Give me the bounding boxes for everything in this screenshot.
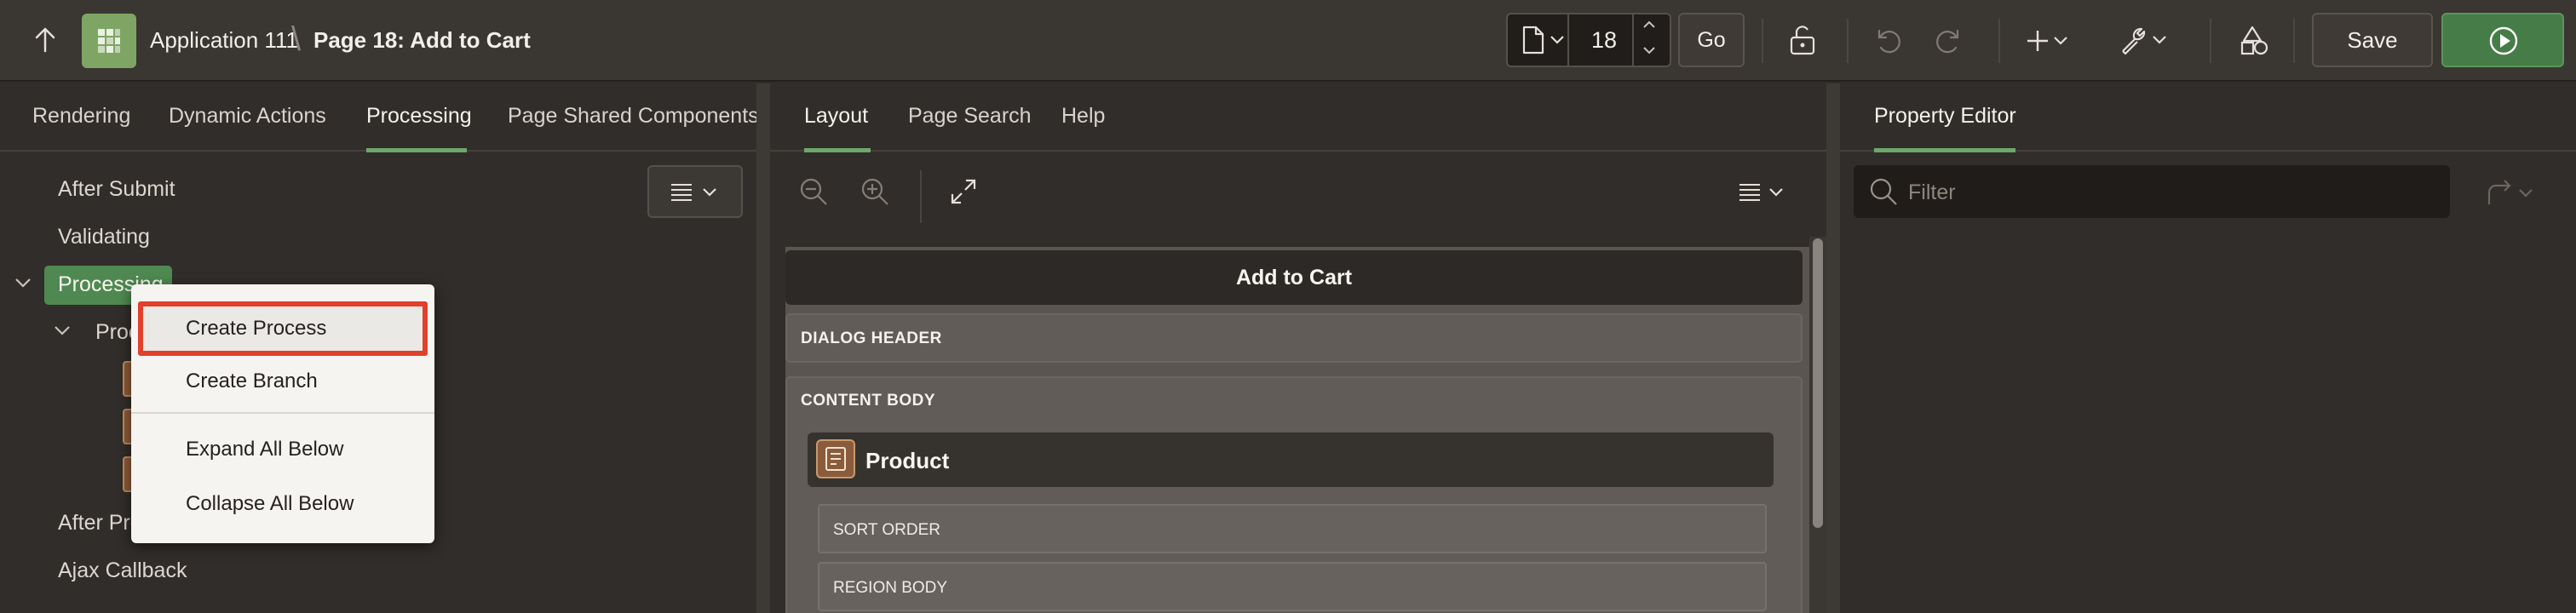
divider — [920, 170, 922, 223]
region-body-label: REGION BODY — [833, 579, 948, 597]
page-title: Page 18: Add to Cart — [313, 27, 531, 53]
run-button[interactable] — [2441, 13, 2564, 67]
plus-icon[interactable] — [2026, 26, 2072, 56]
menu-separator — [131, 412, 434, 414]
scrollbar-thumb[interactable] — [1813, 238, 1823, 528]
active-tab-indicator — [804, 148, 871, 152]
lock-icon[interactable] — [1787, 24, 1818, 56]
tree-node-after-submit[interactable]: After Submit — [58, 177, 175, 202]
tab-rendering[interactable]: Rendering — [32, 104, 130, 129]
redo-icon[interactable] — [1934, 26, 1964, 56]
app-name-link[interactable]: Application 111 — [150, 27, 298, 54]
zoom-in-icon[interactable] — [859, 175, 891, 208]
left-tabbar: Rendering Dynamic Actions Processing Pag… — [0, 83, 759, 152]
right-tabbar: Property Editor — [1840, 83, 2576, 152]
sort-order-slot[interactable]: SORT ORDER — [818, 504, 1767, 553]
tab-page-search[interactable]: Page Search — [908, 104, 1032, 129]
product-region-title: Product — [865, 448, 950, 473]
run-icon — [2489, 26, 2518, 55]
tree-node-ajax-callback[interactable]: Ajax Callback — [58, 559, 187, 583]
divider — [1632, 13, 1634, 67]
tab-layout[interactable]: Layout — [804, 104, 868, 129]
divider — [1998, 19, 2000, 63]
up-arrow-icon[interactable] — [32, 26, 58, 54]
app-logo[interactable] — [82, 14, 136, 68]
undo-icon[interactable] — [1872, 26, 1903, 56]
panel-splitter[interactable] — [1826, 83, 1840, 613]
menu-item-expand-all-below[interactable]: Expand All Below — [186, 438, 343, 461]
page-number-input[interactable]: 18 — [1574, 27, 1634, 54]
menu-item-collapse-all-below[interactable]: Collapse All Below — [186, 492, 354, 516]
top-toolbar: Application 111 \ Page 18: Add to Cart 1… — [0, 0, 2576, 82]
spin-down-icon[interactable] — [1641, 44, 1658, 56]
tab-page-shared-components[interactable]: Page Shared Components — [508, 104, 759, 129]
tab-dynamic-actions[interactable]: Dynamic Actions — [169, 104, 326, 129]
search-icon — [1867, 175, 1900, 208]
wrench-icon[interactable] — [2118, 24, 2171, 56]
dialog-header-region[interactable]: DIALOG HEADER — [785, 313, 1803, 363]
divider — [1762, 19, 1763, 63]
context-menu: Create Process Create Branch Expand All … — [131, 284, 434, 543]
region-icon — [816, 439, 855, 478]
active-tab-indicator — [1874, 148, 2015, 152]
shapes-icon[interactable] — [2237, 24, 2271, 56]
divider — [1567, 13, 1569, 67]
tree-menu-button[interactable] — [647, 165, 743, 218]
tab-help[interactable]: Help — [1061, 104, 1105, 129]
tab-processing[interactable]: Processing — [366, 104, 472, 129]
menu-icon[interactable] — [1738, 182, 1789, 203]
product-region[interactable] — [808, 433, 1774, 487]
mid-tabbar: Layout Page Search Help — [770, 83, 1826, 152]
sort-order-label: SORT ORDER — [833, 521, 940, 539]
filter-placeholder: Filter — [1908, 180, 1956, 204]
save-button[interactable]: Save — [2312, 13, 2433, 67]
chevron-down-icon[interactable] — [53, 324, 72, 337]
divider — [2210, 19, 2211, 63]
breadcrumb-separator: \ — [291, 20, 302, 58]
tab-property-editor[interactable]: Property Editor — [1874, 104, 2016, 129]
goto-icon[interactable] — [2484, 179, 2539, 208]
menu-item-create-branch[interactable]: Create Branch — [186, 370, 318, 393]
region-body-slot[interactable]: REGION BODY — [818, 562, 1767, 611]
go-button[interactable]: Go — [1678, 13, 1745, 67]
menu-icon — [671, 184, 716, 201]
property-editor-panel: Property Editor Filter — [1840, 83, 2576, 613]
chevron-down-icon[interactable] — [1549, 34, 1566, 46]
divider — [2293, 19, 2295, 63]
divider — [1847, 19, 1849, 63]
content-body-label: CONTENT BODY — [801, 392, 935, 410]
chevron-down-icon[interactable] — [14, 276, 32, 289]
zoom-out-icon[interactable] — [797, 175, 830, 208]
dialog-title-bar[interactable]: Add to Cart — [785, 250, 1803, 305]
dialog-header-label: DIALOG HEADER — [801, 329, 942, 347]
menu-item-create-process[interactable]: Create Process — [186, 317, 326, 341]
panel-splitter[interactable] — [756, 83, 770, 613]
tree-node-validating[interactable]: Validating — [58, 225, 150, 249]
expand-icon[interactable] — [949, 177, 978, 206]
active-tab-indicator — [366, 148, 467, 152]
spin-up-icon[interactable] — [1641, 19, 1658, 31]
page-icon[interactable] — [1521, 26, 1545, 54]
layout-panel: Layout Page Search Help Add to Cart DIAL… — [770, 83, 1826, 613]
app-grid-icon — [98, 29, 120, 53]
